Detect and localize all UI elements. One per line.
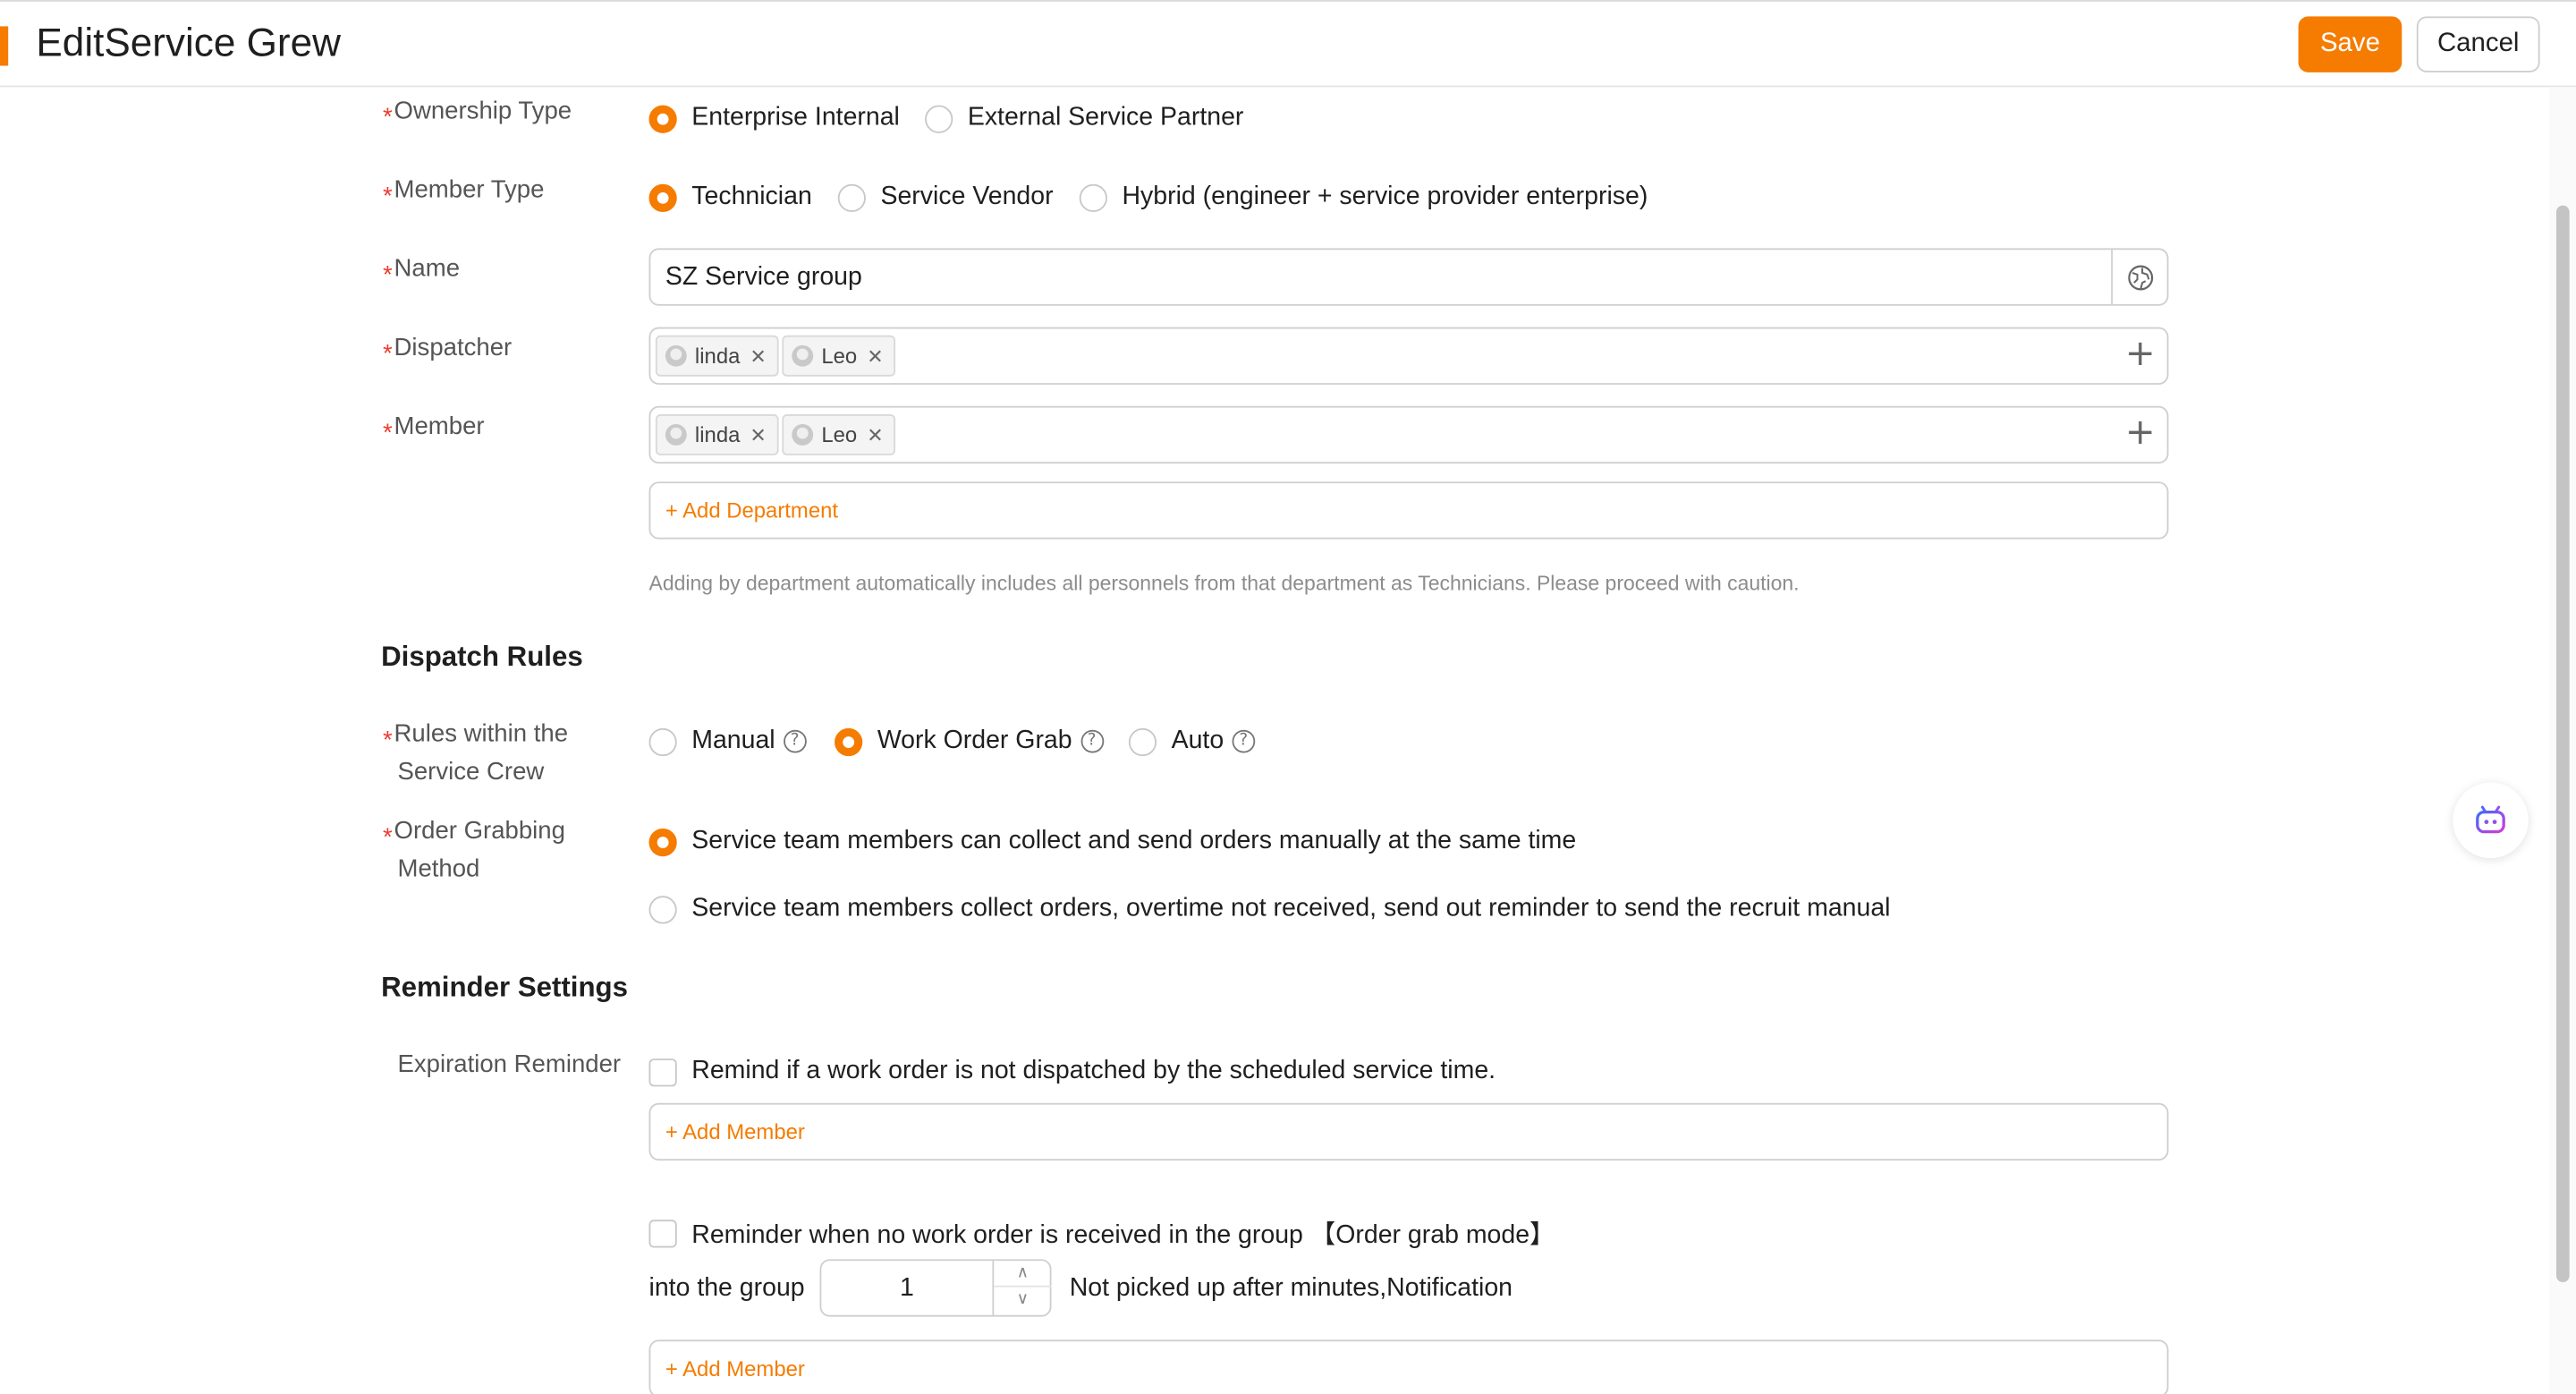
- name-input[interactable]: SZ Service group: [648, 248, 2169, 306]
- minutes-stepper[interactable]: 1 ∧ ∨: [819, 1259, 1052, 1317]
- title-accent-bar: [0, 26, 9, 66]
- minutes-value: 1: [899, 1273, 914, 1303]
- help-icon[interactable]: ?: [783, 729, 807, 753]
- close-icon[interactable]: ✕: [750, 344, 766, 368]
- radio-work-order-grab[interactable]: Work Order Grab?: [835, 727, 1104, 756]
- close-icon[interactable]: ✕: [867, 344, 883, 368]
- required-mark: *: [382, 823, 393, 852]
- radio-grab-overtime-reminder[interactable]: Service team members collect orders, ove…: [648, 894, 1891, 923]
- required-mark: *: [382, 727, 393, 755]
- order-grabbing-method-label: * Order Grabbing Method: [382, 817, 565, 883]
- expiration-reminder-checkbox[interactable]: Remind if a work order is not dispatched…: [648, 1057, 1496, 1086]
- avatar: [665, 424, 687, 446]
- add-department-button[interactable]: + Add Department: [648, 481, 2169, 540]
- dispatcher-label: * Dispatcher: [382, 333, 513, 369]
- name-label: * Name: [382, 254, 461, 290]
- page-title: EditService Grew: [36, 21, 341, 66]
- radio-enterprise-internal[interactable]: Enterprise Internal: [648, 104, 900, 133]
- group-reminder-checkbox[interactable]: Reminder when no work order is received …: [648, 1215, 1555, 1251]
- robot-icon: [2476, 805, 2505, 834]
- radio-grab-manual-same-time[interactable]: Service team members can collect and sen…: [648, 827, 1576, 856]
- member-select[interactable]: linda ✕ Leo ✕ +: [648, 405, 2169, 464]
- dispatcher-tag: Leo ✕: [782, 335, 895, 377]
- expiration-reminder-label: Expiration Reminder: [397, 1050, 622, 1079]
- member-label: * Member: [382, 412, 485, 447]
- add-member-button-2[interactable]: + Add Member: [648, 1339, 2169, 1394]
- globe-icon[interactable]: [2128, 265, 2154, 291]
- rules-within-crew-label: * Rules within the Service Crew: [382, 719, 569, 786]
- dispatcher-select[interactable]: linda ✕ Leo ✕ +: [648, 327, 2169, 385]
- into-group-text: into the group: [648, 1273, 805, 1303]
- radio-manual[interactable]: Manual?: [648, 727, 807, 756]
- name-input-value: SZ Service group: [665, 262, 862, 292]
- required-mark: *: [382, 340, 393, 369]
- dispatcher-tag: linda ✕: [655, 335, 778, 377]
- member-tag: linda ✕: [655, 413, 778, 455]
- member-tag: Leo ✕: [782, 413, 895, 455]
- chevron-up-icon[interactable]: ∧: [994, 1261, 1052, 1288]
- member-type-label: * Member Type: [382, 175, 545, 211]
- required-mark: *: [382, 182, 393, 211]
- chevron-down-icon[interactable]: ∨: [994, 1288, 1051, 1313]
- help-icon[interactable]: ?: [1232, 729, 1256, 753]
- reminder-settings-heading: Reminder Settings: [381, 971, 629, 1003]
- avatar: [792, 424, 814, 446]
- dispatch-rules-heading: Dispatch Rules: [381, 641, 583, 673]
- cancel-button[interactable]: Cancel: [2416, 16, 2540, 72]
- avatar: [665, 344, 687, 367]
- close-icon[interactable]: ✕: [750, 423, 766, 446]
- avatar: [792, 344, 814, 367]
- radio-technician[interactable]: Technician: [648, 183, 812, 212]
- help-icon[interactable]: ?: [1080, 729, 1104, 753]
- scrollbar-thumb[interactable]: [2555, 205, 2570, 1283]
- radio-auto[interactable]: Auto?: [1128, 727, 1256, 756]
- not-picked-up-text: Not picked up after minutes,Notification: [1069, 1273, 1513, 1303]
- ownership-type-label: * Ownership Type: [382, 97, 572, 132]
- required-mark: *: [382, 261, 393, 290]
- department-hint: Adding by department automatically inclu…: [648, 572, 1800, 596]
- assistant-bot-button[interactable]: [2453, 782, 2529, 859]
- page-header: EditService Grew Save Cancel: [0, 0, 2576, 88]
- required-mark: *: [382, 419, 393, 447]
- radio-service-vendor[interactable]: Service Vendor: [837, 183, 1054, 212]
- add-member-button[interactable]: + Add Member: [648, 1102, 2169, 1161]
- plus-icon[interactable]: +: [2125, 415, 2156, 452]
- close-icon[interactable]: ✕: [867, 423, 883, 446]
- radio-hybrid[interactable]: Hybrid (engineer + service provider ente…: [1079, 183, 1648, 212]
- save-button[interactable]: Save: [2298, 16, 2402, 72]
- plus-icon[interactable]: +: [2125, 336, 2156, 373]
- radio-external-service-partner[interactable]: External Service Partner: [925, 104, 1243, 133]
- page: EditService Grew Save Cancel * Ownership …: [0, 0, 2576, 1394]
- required-mark: *: [382, 103, 393, 132]
